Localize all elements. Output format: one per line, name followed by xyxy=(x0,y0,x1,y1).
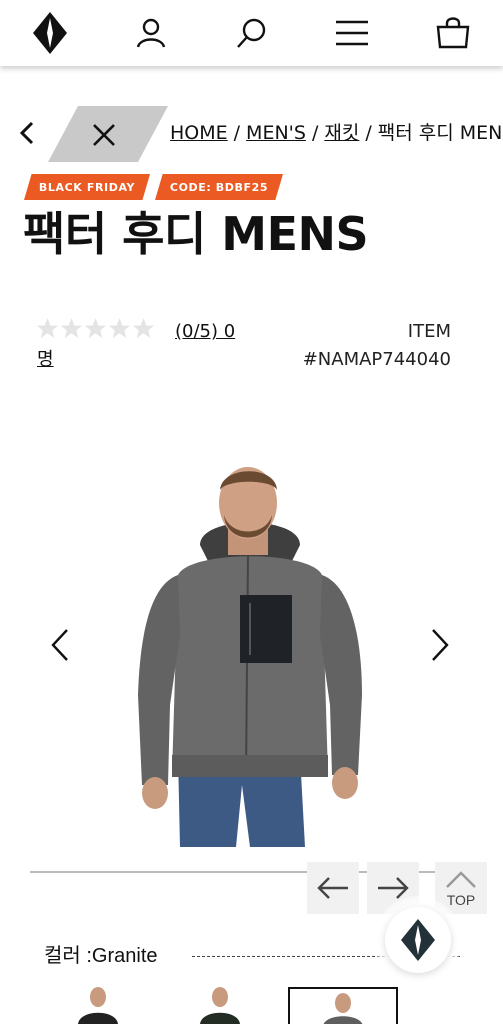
logo-icon xyxy=(401,919,435,961)
breadcrumb: HOME / MEN'S / 재킷 / 팩터 후디 MENS xyxy=(170,121,503,145)
breadcrumb-separator: / xyxy=(233,122,241,144)
item-number: #NAMAP744040 xyxy=(302,349,451,370)
search-icon[interactable] xyxy=(229,10,275,56)
prev-product-button[interactable] xyxy=(307,862,359,914)
arrow-right-icon xyxy=(378,877,409,899)
color-swatch-thumbnail[interactable] xyxy=(58,987,154,1024)
breadcrumb-separator: / xyxy=(311,122,319,144)
color-swatch-thumbnail[interactable] xyxy=(178,987,274,1024)
product-title: 팩터 후디 MENS xyxy=(23,207,369,261)
user-icon[interactable] xyxy=(128,10,174,56)
breadcrumb-mens-link[interactable]: MEN'S xyxy=(246,122,306,144)
image-next-arrow[interactable] xyxy=(424,626,456,664)
back-button[interactable] xyxy=(12,118,42,148)
reviews-suffix[interactable]: 명 xyxy=(37,349,54,370)
brand-fab-button[interactable] xyxy=(374,896,462,984)
logo-icon[interactable] xyxy=(27,10,73,56)
black-friday-badge: BLACK FRIDAY xyxy=(24,174,150,200)
top-header xyxy=(0,0,503,66)
breadcrumb-jackets-link[interactable]: 재킷 xyxy=(324,122,359,144)
cart-icon[interactable] xyxy=(430,10,476,56)
color-label: 컬러 :Granite xyxy=(44,945,158,967)
breadcrumb-current: 팩터 후디 MENS xyxy=(377,122,503,144)
breadcrumb-row: HOME / MEN'S / 재킷 / 팩터 후디 MENS xyxy=(0,104,503,162)
reviews-link[interactable]: (0/5) 0 명 xyxy=(37,318,257,374)
breadcrumb-home-link[interactable]: HOME xyxy=(170,122,228,144)
image-prev-arrow[interactable] xyxy=(44,626,76,664)
promo-code-badge: CODE: BDBF25 xyxy=(155,174,283,200)
color-thumbnails xyxy=(58,987,408,1024)
item-code-block: ITEM #NAMAP744040 xyxy=(303,318,451,374)
item-label: ITEM xyxy=(407,321,451,342)
reviews-count[interactable]: (0/5) 0 xyxy=(175,321,235,342)
arrow-left-icon xyxy=(317,877,348,899)
chevron-up-icon xyxy=(446,871,476,888)
breadcrumb-separator: / xyxy=(365,122,372,144)
close-button[interactable] xyxy=(48,106,168,162)
color-swatch-thumbnail-selected[interactable] xyxy=(288,987,398,1024)
menu-icon[interactable] xyxy=(329,10,375,56)
product-image xyxy=(100,455,400,847)
